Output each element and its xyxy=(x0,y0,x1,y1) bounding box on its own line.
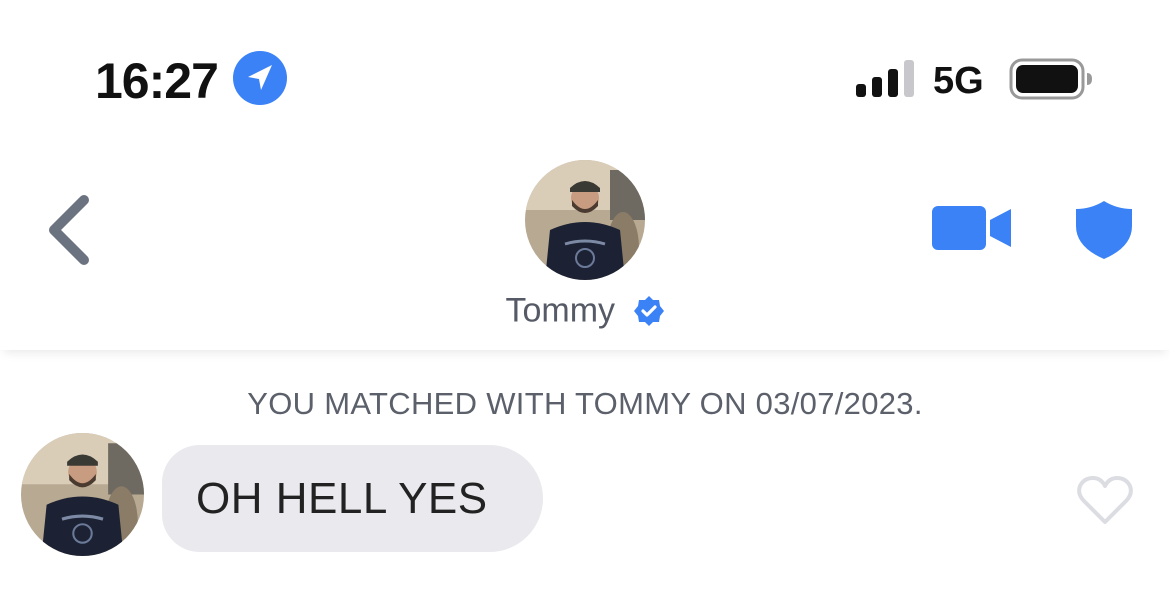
signal-bars-icon xyxy=(856,60,914,97)
avatar-photo-icon xyxy=(21,433,144,556)
profile-avatar[interactable] xyxy=(525,160,645,280)
message-bubble[interactable]: OH HELL YES xyxy=(162,445,543,552)
profile-name: Tommy xyxy=(505,291,616,330)
heart-icon[interactable] xyxy=(1076,476,1134,526)
back-chevron-icon[interactable] xyxy=(40,192,100,268)
profile-name-row[interactable]: Tommy xyxy=(0,290,1170,331)
match-banner: YOU MATCHED WITH TOMMY ON 03/07/2023. xyxy=(247,386,923,421)
battery-icon xyxy=(1009,58,1092,100)
status-bar: 16:27 5G xyxy=(0,0,1170,150)
network-type: 5G xyxy=(933,60,984,102)
chat-header: Tommy xyxy=(0,150,1170,350)
shield-icon[interactable] xyxy=(1075,200,1133,260)
verified-badge-icon xyxy=(633,296,664,327)
message-text: OH HELL YES xyxy=(196,473,488,523)
location-arrow-icon xyxy=(233,51,287,105)
status-time: 16:27 xyxy=(95,53,219,109)
avatar-photo-icon xyxy=(525,160,645,280)
video-camera-icon[interactable] xyxy=(932,204,1012,252)
chat-screen: 16:27 5G Tommy YOU MATCHED WITH TOMMY ON… xyxy=(0,0,1170,593)
message-avatar[interactable] xyxy=(21,433,144,556)
